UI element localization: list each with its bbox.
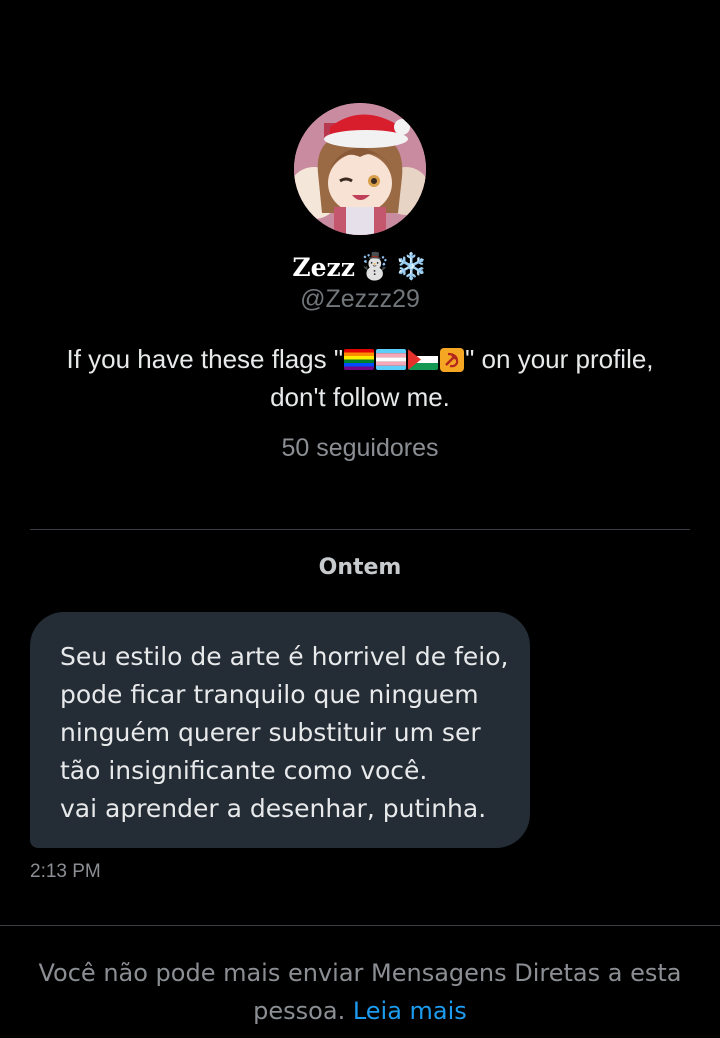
palestine-flag-icon xyxy=(408,349,439,370)
learn-more-link[interactable]: Leia mais xyxy=(353,997,467,1025)
date-separator: Ontem xyxy=(318,555,402,580)
handle: @Zezzz29 xyxy=(300,285,420,313)
divider xyxy=(30,529,690,530)
bio: If you have these flags " " on your profi… xyxy=(60,340,660,416)
hammer-sickle-icon xyxy=(440,348,465,372)
dm-disabled-notice: Você não pode mais enviar Mensagens Dire… xyxy=(30,954,690,1030)
snowflake-icon: ❄️ xyxy=(395,252,428,282)
name-row: Zezz ☃️ ❄️ xyxy=(0,249,720,285)
profile-header: Zezz ☃️ ❄️ @Zezzz29 If you have these fl… xyxy=(0,103,720,463)
display-name: Zezz xyxy=(292,252,355,282)
avatar[interactable] xyxy=(294,103,426,235)
message-timestamp: 2:13 PM xyxy=(30,861,101,882)
divider xyxy=(0,925,720,926)
snowman-icon: ☃️ xyxy=(358,252,392,282)
message-bubble[interactable]: Seu estilo de arte é horrivel de feio, p… xyxy=(30,612,530,848)
avatar-image xyxy=(294,103,426,235)
bio-text-before: If you have these flags " xyxy=(66,344,344,374)
transgender-flag-icon xyxy=(376,349,407,370)
followers-count[interactable]: 50 seguidores xyxy=(0,434,720,463)
rainbow-flag-icon xyxy=(344,349,375,370)
